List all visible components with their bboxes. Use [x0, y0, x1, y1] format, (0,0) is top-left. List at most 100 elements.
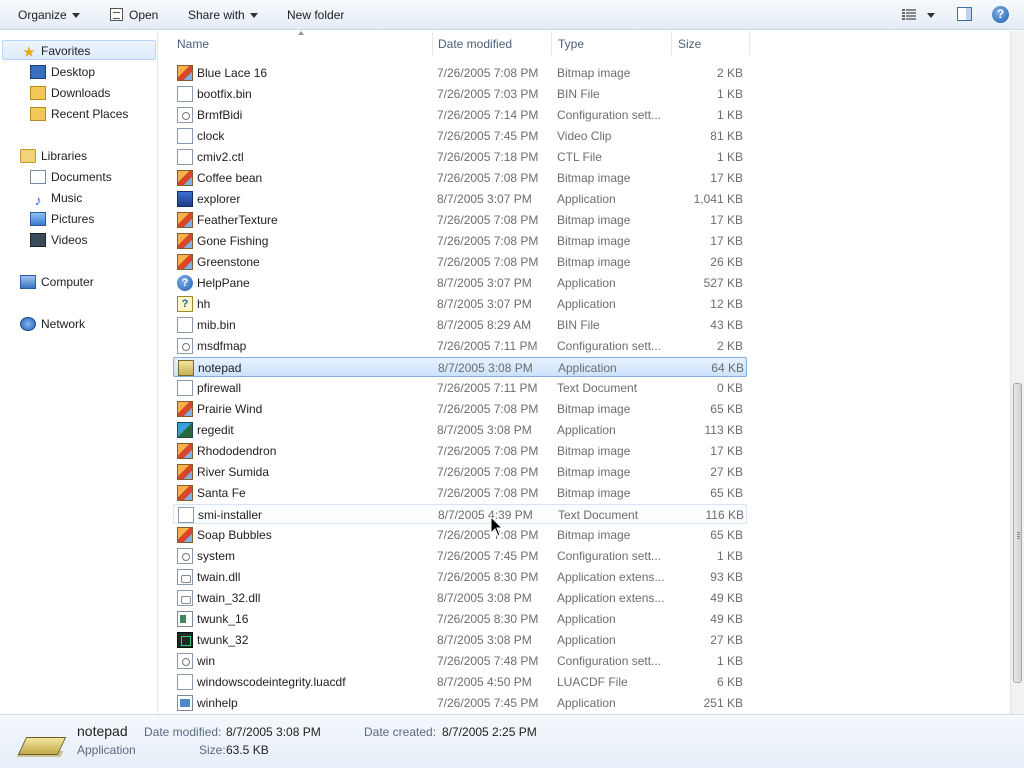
file-name: winhelp [197, 696, 238, 710]
nav-recent-places[interactable]: Recent Places [30, 104, 128, 124]
file-size: 65 KB [710, 486, 743, 500]
file-name: bootfix.bin [197, 87, 252, 101]
file-name: twain.dll [197, 570, 241, 584]
table-row[interactable]: Soap Bubbles 7/26/2005 7:08 PM Bitmap imag… [173, 525, 747, 545]
nav-favorites-label: Favorites [41, 44, 91, 58]
file-size: 27 KB [710, 633, 743, 647]
table-row[interactable]: smi-installer 8/7/2005 4:39 PM Text Docume… [173, 504, 747, 524]
table-row[interactable]: River Sumida 7/26/2005 7:08 PM Bitmap imag… [173, 462, 747, 482]
change-view-icon[interactable] [902, 9, 916, 21]
table-row[interactable]: ? HelpPane 8/7/2005 3:07 PM Application 527 … [173, 273, 747, 293]
file-icon [177, 86, 193, 102]
command-bar: Organize Open Share with New folder ? [0, 0, 1024, 30]
file-type: Bitmap image [557, 213, 631, 227]
nav-videos[interactable]: Videos [30, 230, 87, 250]
table-row[interactable]: Santa Fe 7/26/2005 7:08 PM Bitmap image 65 … [173, 483, 747, 503]
file-date-modified: 7/26/2005 7:45 PM [437, 549, 539, 563]
column-header-name[interactable]: Name [177, 36, 209, 52]
share-with-button[interactable]: Share with [188, 7, 258, 23]
column-divider[interactable] [671, 31, 672, 55]
config-icon [177, 107, 193, 123]
column-header-type[interactable]: Type [558, 36, 584, 52]
table-row[interactable]: Greenstone 7/26/2005 7:08 PM Bitmap image 2… [173, 252, 747, 272]
details-date-modified-value: 8/7/2005 3:08 PM [226, 725, 321, 739]
table-row[interactable]: ? hh 8/7/2005 3:07 PM Application 12 KB [173, 294, 747, 314]
config-icon [177, 338, 193, 354]
file-size: 1 KB [716, 549, 743, 563]
file-type: Application [557, 423, 616, 437]
organize-button[interactable]: Organize [18, 7, 80, 23]
vertical-scrollbar[interactable] [1010, 31, 1024, 714]
table-row[interactable]: clock 7/26/2005 7:45 PM Video Clip 81 KB [173, 126, 747, 146]
nav-pictures[interactable]: Pictures [30, 209, 94, 229]
nav-music[interactable]: ♪ Music [30, 188, 83, 208]
nav-libraries[interactable]: Libraries [20, 146, 87, 166]
file-size: 17 KB [710, 171, 743, 185]
preview-pane-icon[interactable] [957, 7, 972, 21]
table-row[interactable]: Blue Lace 16 7/26/2005 7:08 PM Bitmap imag… [173, 63, 747, 83]
twunk32-icon [177, 632, 193, 648]
bitmap-icon [177, 212, 193, 228]
scrollbar-thumb[interactable] [1013, 383, 1022, 683]
nav-documents[interactable]: Documents [30, 167, 112, 187]
table-row[interactable]: notepad 8/7/2005 3:08 PM Application 64 KB [173, 357, 747, 377]
hh-icon: ? [177, 296, 193, 312]
column-header-size[interactable]: Size [678, 36, 701, 52]
file-name: FeatherTexture [197, 213, 278, 227]
file-type: Text Document [558, 508, 639, 522]
nav-desktop[interactable]: Desktop [30, 62, 95, 82]
table-row[interactable]: Rhododendron 7/26/2005 7:08 PM Bitmap imag… [173, 441, 747, 461]
file-type: Application [557, 612, 616, 626]
file-date-modified: 7/26/2005 7:48 PM [437, 654, 539, 668]
file-type: Application [557, 297, 616, 311]
open-button[interactable]: Open [110, 7, 158, 23]
file-icon [177, 149, 193, 165]
table-row[interactable]: twunk_16 7/26/2005 8:30 PM Application 49 K… [173, 609, 747, 629]
file-type: Application [557, 633, 616, 647]
nav-downloads[interactable]: Downloads [30, 83, 110, 103]
file-type: Video Clip [557, 129, 612, 143]
table-row[interactable]: cmiv2.ctl 7/26/2005 7:18 PM CTL File 1 KB [173, 147, 747, 167]
table-row[interactable]: Prairie Wind 7/26/2005 7:08 PM Bitmap imag… [173, 399, 747, 419]
file-type: Configuration sett... [557, 108, 662, 122]
nav-computer[interactable]: Computer [20, 272, 94, 292]
table-row[interactable]: system 7/26/2005 7:45 PM Configuration set… [173, 546, 747, 566]
table-row[interactable]: Coffee bean 7/26/2005 7:08 PM Bitmap image… [173, 168, 747, 188]
file-date-modified: 7/26/2005 7:08 PM [437, 171, 539, 185]
column-divider[interactable] [551, 31, 552, 55]
view-options-chevron-icon[interactable] [927, 13, 935, 18]
file-size: 251 KB [703, 696, 743, 710]
column-divider[interactable] [749, 31, 750, 55]
table-row[interactable]: BrmfBidi 7/26/2005 7:14 PM Configuration s… [173, 105, 747, 125]
table-row[interactable]: twunk_32 8/7/2005 3:08 PM Application 27 KB [173, 630, 747, 650]
table-row[interactable]: msdfmap 7/26/2005 7:11 PM Configuration se… [173, 336, 747, 356]
nav-downloads-label: Downloads [51, 86, 111, 100]
file-date-modified: 8/7/2005 3:08 PM [438, 361, 533, 375]
table-row[interactable]: mib.bin 8/7/2005 8:29 AM BIN File 43 KB [173, 315, 747, 335]
nav-network[interactable]: Network [20, 314, 85, 334]
help-icon[interactable]: ? [992, 6, 1009, 23]
table-row[interactable]: pfirewall 7/26/2005 7:11 PM Text Document 0… [173, 378, 747, 398]
table-row[interactable]: win 7/26/2005 7:48 PM Configuration sett..… [173, 651, 747, 671]
file-size: 1 KB [716, 150, 743, 164]
file-size: 27 KB [710, 465, 743, 479]
table-row[interactable]: explorer 8/7/2005 3:07 PM Application 1,041… [173, 189, 747, 209]
bitmap-icon [177, 65, 193, 81]
column-header-date-modified[interactable]: Date modified [438, 36, 512, 52]
downloads-icon [30, 86, 46, 100]
table-row[interactable]: twain.dll 7/26/2005 8:30 PM Application ex… [173, 567, 747, 587]
table-row[interactable]: windowscodeintegrity.luacdf 8/7/2005 4:50… [173, 672, 747, 692]
table-row[interactable]: winhelp 7/26/2005 7:45 PM Application 251 K… [173, 693, 747, 713]
table-row[interactable]: regedit 8/7/2005 3:08 PM Application 113 KB [173, 420, 747, 440]
file-date-modified: 8/7/2005 3:08 PM [437, 591, 532, 605]
table-row[interactable]: twain_32.dll 8/7/2005 3:08 PM Application … [173, 588, 747, 608]
file-size: 2 KB [716, 339, 743, 353]
table-row[interactable]: Gone Fishing 7/26/2005 7:08 PM Bitmap imag… [173, 231, 747, 251]
new-folder-label: New folder [287, 8, 345, 22]
table-row[interactable]: FeatherTexture 7/26/2005 7:08 PM Bitmap im… [173, 210, 747, 230]
table-row[interactable]: bootfix.bin 7/26/2005 7:03 PM BIN File 1 KB [173, 84, 747, 104]
nav-favorites[interactable]: ★ Favorites [2, 40, 156, 61]
file-name: smi-installer [198, 508, 263, 522]
new-folder-button[interactable]: New folder [287, 7, 344, 23]
column-divider[interactable] [432, 31, 433, 55]
